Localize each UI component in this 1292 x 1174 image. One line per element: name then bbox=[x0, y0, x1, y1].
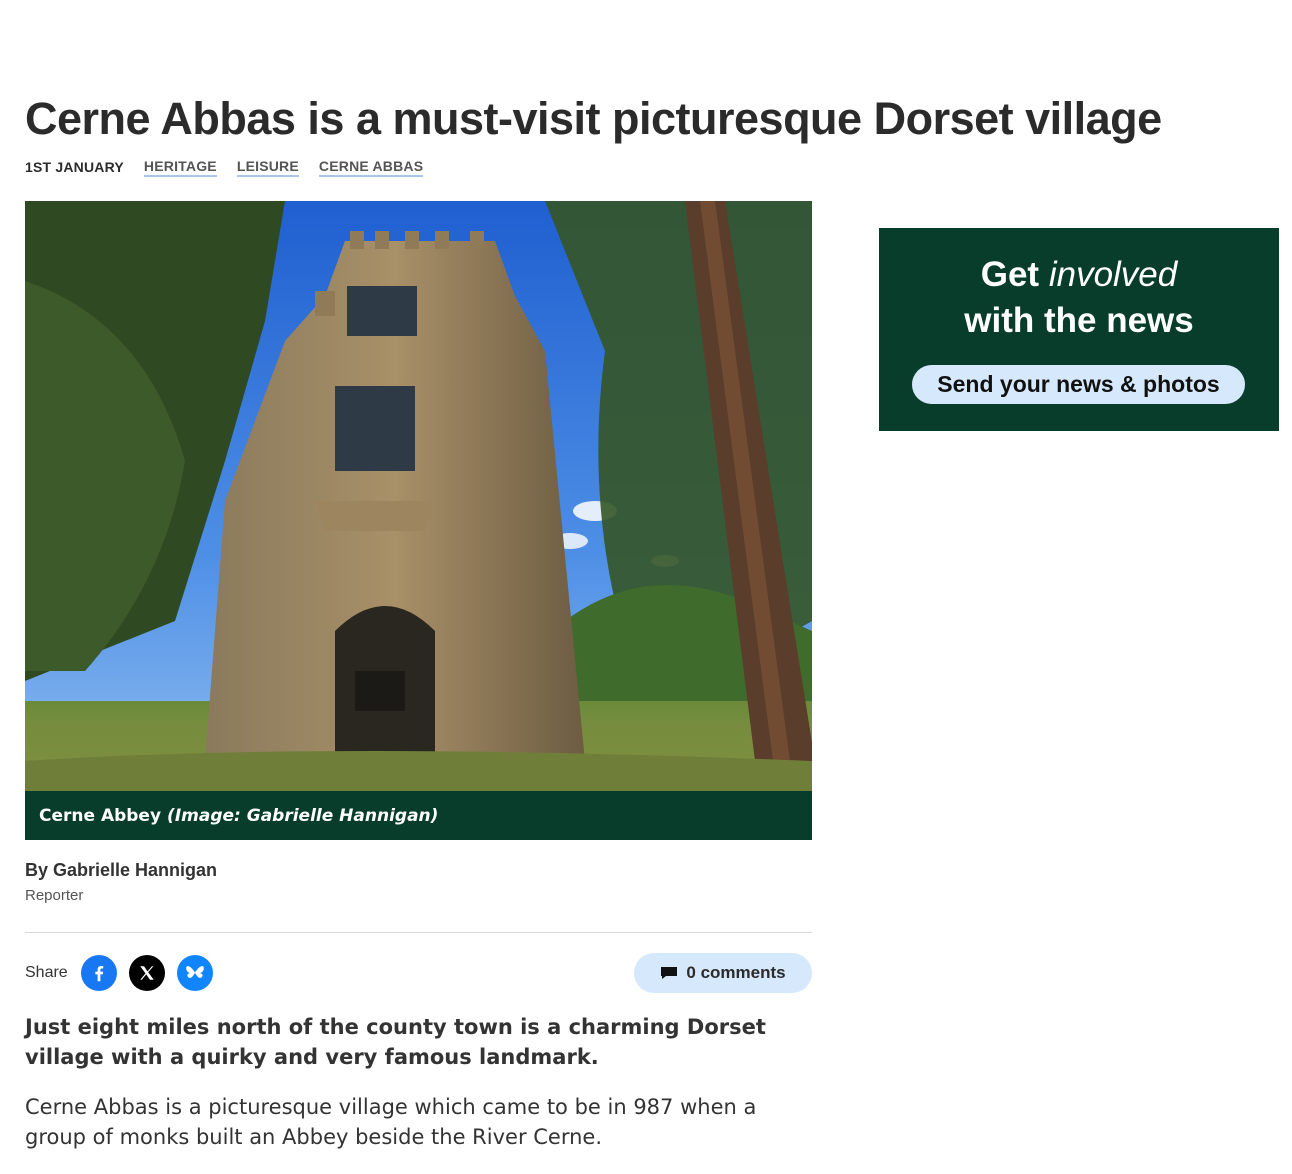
image-caption: Cerne Abbey (Image: Gabrielle Hannigan) bbox=[25, 791, 812, 840]
get-involved-promo: Get involved with the news Send your new… bbox=[879, 228, 1279, 431]
comment-icon bbox=[661, 967, 678, 979]
comments-button[interactable]: 0 comments bbox=[634, 953, 812, 993]
facebook-icon bbox=[95, 965, 103, 982]
comments-count: 0 comments bbox=[686, 963, 786, 982]
promo-heading-line1: Get involved bbox=[879, 254, 1279, 296]
share-label: Share bbox=[25, 964, 68, 981]
article-photo[interactable] bbox=[25, 201, 812, 791]
divider bbox=[25, 932, 812, 933]
article-headline: Cerne Abbas is a must-visit picturesque … bbox=[25, 93, 1162, 144]
article-meta: 1ST JANUARY HERITAGE LEISURE CERNE ABBAS bbox=[25, 157, 424, 177]
article-paragraph: Cerne Abbas is a picturesque village whi… bbox=[25, 1095, 757, 1149]
promo-heading-line2: with the news bbox=[964, 301, 1194, 340]
byline: By Gabrielle Hannigan Reporter bbox=[25, 860, 217, 904]
caption-credit: (Image: Gabrielle Hannigan) bbox=[167, 805, 439, 826]
article-standfirst: Just eight miles north of the county tow… bbox=[25, 1015, 766, 1069]
tag-leisure[interactable]: LEISURE bbox=[236, 158, 299, 177]
tag-heritage[interactable]: HERITAGE bbox=[143, 158, 217, 177]
promo-heading-italic: involved bbox=[1048, 255, 1178, 294]
x-share-button[interactable] bbox=[128, 955, 165, 991]
bluesky-share-button[interactable] bbox=[176, 955, 213, 991]
byline-role: Reporter bbox=[25, 887, 84, 904]
article-date: 1ST JANUARY bbox=[25, 159, 124, 175]
x-icon bbox=[139, 966, 154, 980]
promo-heading-bold: Get bbox=[980, 255, 1040, 294]
caption-text: Cerne Abbey bbox=[39, 805, 162, 826]
facebook-share-button[interactable] bbox=[80, 955, 117, 991]
share-bar: Share 0 comments bbox=[25, 953, 812, 993]
article-figure: Cerne Abbey (Image: Gabrielle Hannigan) bbox=[25, 201, 812, 840]
tag-cerne-abbas[interactable]: CERNE ABBAS bbox=[318, 158, 424, 177]
bluesky-icon bbox=[185, 966, 204, 978]
byline-author[interactable]: By Gabrielle Hannigan bbox=[25, 860, 217, 881]
send-news-button[interactable]: Send your news & photos bbox=[912, 365, 1245, 404]
